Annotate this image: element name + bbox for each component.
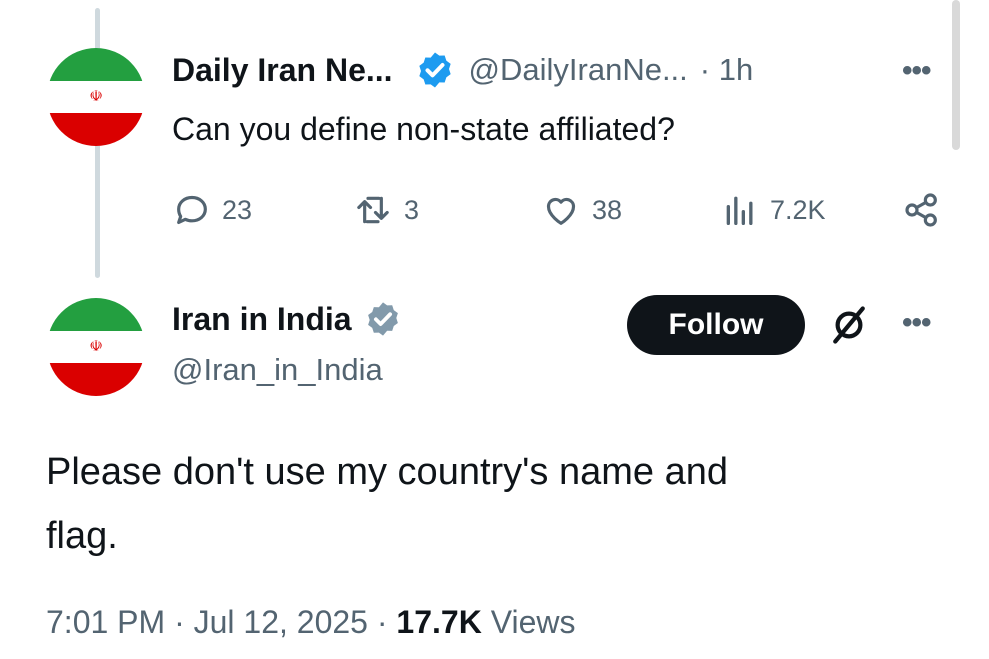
- views-label: Views: [490, 604, 576, 640]
- main-tweet-header: Iran in India: [172, 300, 402, 338]
- avatar-daily-iran-news[interactable]: ☫: [47, 48, 145, 146]
- main-tweet-text-line: Please don't use my country's name and: [46, 451, 728, 493]
- share-button[interactable]: [902, 190, 942, 230]
- more-options-icon[interactable]: •••: [902, 306, 931, 340]
- like-count: 38: [592, 194, 623, 225]
- reply-icon: [177, 195, 207, 225]
- scrollbar[interactable]: [952, 0, 960, 150]
- main-tweet-text: Please don't use my country's name and f…: [46, 440, 906, 568]
- like-icon: [546, 197, 576, 225]
- grok-icon[interactable]: [827, 303, 871, 347]
- flag-emblem-icon: ☫: [89, 87, 103, 105]
- handle[interactable]: @DailyIranNe...: [469, 51, 688, 89]
- follow-button[interactable]: Follow: [627, 295, 805, 355]
- government-badge-icon: [364, 300, 402, 338]
- parent-tweet-text: Can you define non-state affiliated?: [172, 111, 675, 147]
- verified-badge-icon: [415, 50, 455, 90]
- reply-button[interactable]: 23: [172, 190, 252, 230]
- main-tweet-text-line: flag.: [46, 515, 118, 557]
- tweet-meta: 7:01 PM · Jul 12, 2025 · 17.7K Views: [46, 604, 575, 641]
- parent-tweet-actions: 23 3 38 7.2K: [172, 190, 962, 230]
- repost-button[interactable]: 3: [352, 190, 419, 230]
- views-count: 7.2K: [770, 194, 826, 225]
- reply-count: 23: [222, 194, 253, 225]
- display-name[interactable]: Iran in India: [172, 300, 352, 338]
- repost-icon: [357, 196, 389, 224]
- handle[interactable]: @Iran_in_India: [172, 351, 383, 389]
- views-button[interactable]: 7.2K: [720, 190, 826, 230]
- more-options-icon[interactable]: •••: [902, 54, 931, 88]
- parent-tweet-header: Daily Iran Ne... @DailyIranNe... · 1h: [172, 50, 753, 90]
- flag-emblem-icon: ☫: [89, 337, 103, 355]
- timestamp[interactable]: 7:01 PM · Jul 12, 2025 ·: [46, 604, 388, 640]
- views-count: 17.7K: [396, 604, 482, 640]
- display-name[interactable]: Daily Iran Ne...: [172, 51, 393, 89]
- views-icon: [726, 196, 753, 225]
- share-icon: [905, 193, 937, 227]
- avatar-iran-in-india[interactable]: ☫: [47, 298, 145, 396]
- repost-count: 3: [404, 194, 420, 225]
- timestamp-relative[interactable]: · 1h: [700, 51, 753, 89]
- like-button[interactable]: 38: [540, 190, 622, 230]
